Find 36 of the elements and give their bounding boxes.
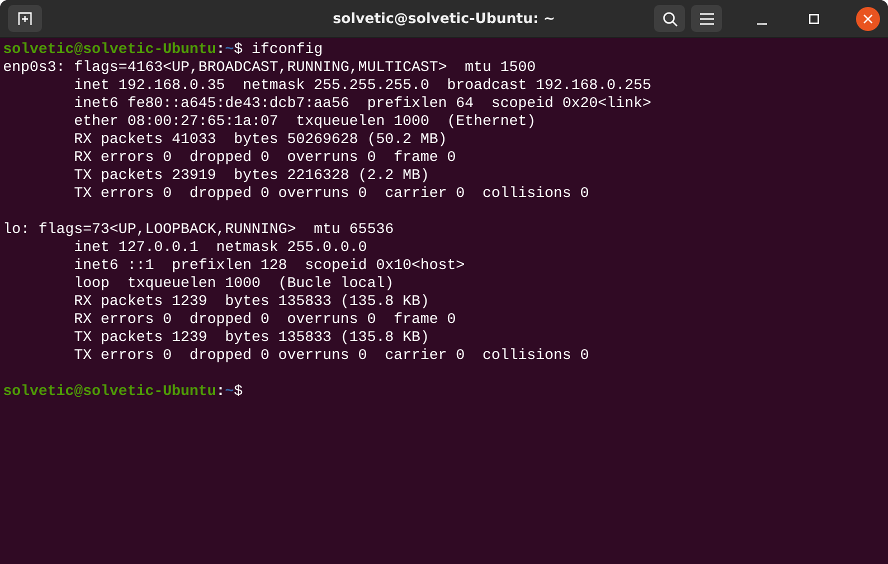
- search-icon: [662, 10, 678, 26]
- window-title: solvetic@solvetic-Ubuntu: ~: [332, 10, 556, 26]
- close-button[interactable]: [856, 6, 880, 30]
- prompt-path: ~: [225, 384, 234, 400]
- output-line: TX packets 1239 bytes 135833 (135.8 KB): [73, 330, 430, 346]
- prompt-symbol: $: [234, 42, 243, 58]
- output-line: loop txqueuelen 1000 (Bucle local): [73, 276, 394, 292]
- output-line: TX errors 0 dropped 0 overruns 0 carrier 0 collisions 0: [73, 348, 590, 364]
- output-line: TX errors 0 dropped 0 overruns 0 carrier 0 collisions 0: [73, 186, 590, 202]
- prompt-path: ~: [225, 42, 234, 58]
- output-line: ether 08:00:27:65:1a:07 txqueuelen 1000 (Ethernet): [73, 114, 536, 130]
- output-line: inet6 fe80::a645:de43:dcb7:aa56 prefixlen 64 scopeid 0x20<link>: [73, 96, 652, 112]
- search-button[interactable]: [654, 5, 685, 32]
- output-line: inet6 ::1 prefixlen 128 scopeid 0x10<host>: [73, 258, 465, 274]
- command-text: ifconfig: [250, 42, 323, 58]
- prompt-user: solvetic@solvetic-Ubuntu: [3, 384, 216, 400]
- new-tab-button[interactable]: [8, 5, 42, 32]
- new-tab-icon: [17, 10, 33, 26]
- output-line: RX packets 1239 bytes 135833 (135.8 KB): [73, 294, 430, 310]
- prompt-separator: :: [216, 384, 226, 400]
- output-line: lo: flags=73<UP,LOOPBACK,RUNNING> mtu 65536: [3, 222, 394, 238]
- maximize-icon: [809, 14, 819, 24]
- menu-icon: [700, 12, 714, 24]
- output-line: TX packets 23919 bytes 2216328 (2.2 MB): [73, 168, 430, 184]
- prompt-user: solvetic@solvetic-Ubuntu: [3, 42, 216, 58]
- output-line: enp0s3: flags=4163<UP,BROADCAST,RUNNING,MULTICAST> mtu 1500: [3, 60, 536, 76]
- output-line: RX errors 0 dropped 0 overruns 0 frame 0: [73, 312, 456, 328]
- prompt-symbol: $: [234, 384, 243, 400]
- prompt-separator: :: [216, 42, 226, 58]
- minimize-icon: [757, 22, 767, 24]
- output-line: inet 127.0.0.1 netmask 255.0.0.0: [73, 240, 368, 256]
- close-icon: [863, 14, 873, 24]
- menu-button[interactable]: [691, 5, 722, 32]
- output-line: RX errors 0 dropped 0 overruns 0 frame 0: [73, 150, 456, 166]
- output-line: RX packets 41033 bytes 50269628 (50.2 MB): [73, 132, 447, 148]
- output-line: inet 192.168.0.35 netmask 255.255.255.0 broadcast 192.168.0.255: [73, 78, 652, 94]
